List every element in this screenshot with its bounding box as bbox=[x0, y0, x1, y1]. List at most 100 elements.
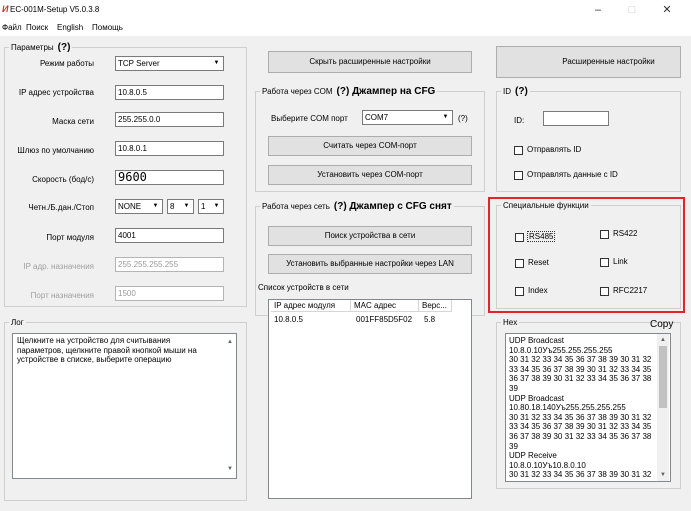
read-com-button[interactable]: Считать через COM-порт bbox=[268, 136, 472, 156]
row-mac: 001FF85D5F02 bbox=[356, 315, 413, 324]
hex-line: 30 31 32 33 34 35 36 37 38 39 30 31 32 bbox=[509, 355, 652, 365]
hex-line: UDP Broadcast bbox=[509, 336, 564, 345]
log-legend: Лог bbox=[11, 318, 24, 327]
menu-search[interactable]: Поиск bbox=[26, 23, 48, 32]
hex-legend: Hex bbox=[503, 318, 518, 327]
device-list-title: Список устройств в сети bbox=[258, 283, 349, 292]
window-title: EC-001M-Setup V5.0.3.8 bbox=[10, 5, 100, 14]
com-help-icon[interactable]: (?) bbox=[458, 114, 468, 123]
hex-scroll-up-icon[interactable]: ▲ bbox=[657, 337, 669, 343]
maximize-button[interactable]: □ bbox=[617, 2, 647, 18]
hex-line: 33 34 35 36 37 38 39 30 31 32 33 34 35 bbox=[509, 422, 652, 432]
com-legend: Работа через COM (?) Джампер на CFG bbox=[262, 86, 436, 97]
special-legend: Специальные функции bbox=[503, 201, 589, 210]
id-help-hint[interactable]: (?) bbox=[515, 86, 528, 97]
hex-line: 30 31 32 33 34 35 36 37 38 39 30 31 32 bbox=[509, 412, 652, 422]
set-com-button[interactable]: Установить через COM-порт bbox=[268, 165, 472, 185]
dest-ip-label: IP адр. назначения bbox=[23, 262, 94, 271]
hex-line: UDP Receive bbox=[509, 451, 557, 461]
minimize-button[interactable]: – bbox=[583, 2, 613, 18]
col-ip-header[interactable]: IP адрес модуля bbox=[271, 300, 351, 312]
stopbits-select[interactable]: 1 ▼ bbox=[198, 199, 224, 214]
app-icon: И bbox=[2, 4, 9, 14]
rfc2217-label: RFC2217 bbox=[613, 286, 648, 295]
send-id-checkbox[interactable] bbox=[514, 146, 523, 155]
gateway-input[interactable]: 10.8.0.1 bbox=[115, 141, 224, 156]
hex-scroll-down-icon[interactable]: ▼ bbox=[657, 472, 669, 478]
com-help-hint[interactable]: (?) Джампер на CFG bbox=[337, 86, 436, 97]
hex-line: 10.80.18.140Уъ255.255.255.255 bbox=[509, 403, 626, 413]
menu-help[interactable]: Помощь bbox=[92, 23, 123, 32]
databits-select[interactable]: 8 ▼ bbox=[167, 199, 194, 214]
rs422-label: RS422 bbox=[613, 229, 638, 238]
hex-line: 36 37 38 39 30 31 32 33 34 35 36 37 38 bbox=[509, 431, 652, 441]
hex-scroll-thumb[interactable] bbox=[659, 346, 667, 408]
copy-button[interactable]: Copy bbox=[650, 319, 673, 330]
reset-checkbox[interactable] bbox=[515, 259, 524, 268]
dest-port-input: 1500 bbox=[115, 286, 224, 301]
close-button[interactable]: ✕ bbox=[652, 2, 682, 18]
hex-line: 36 37 38 39 30 31 32 33 34 35 36 37 38 bbox=[509, 374, 652, 384]
mode-select[interactable]: TCP Server ▼ bbox=[115, 56, 224, 71]
ip-label: IP адрес устройства bbox=[18, 88, 94, 97]
chevron-down-icon: ▼ bbox=[152, 203, 159, 209]
apply-lan-button[interactable]: Установить выбранные настройки через LAN bbox=[268, 254, 472, 274]
reset-label: Reset bbox=[528, 258, 549, 267]
send-data-id-checkbox[interactable] bbox=[514, 171, 523, 180]
menu-language[interactable]: English bbox=[57, 23, 83, 32]
hex-textarea[interactable]: UDP Broadcast 10.8.0.10Уъ255.255.255.255… bbox=[505, 333, 671, 482]
table-row[interactable]: 10.8.0.5 001FF85D5F02 5.8 bbox=[271, 314, 469, 325]
net-help-hint[interactable]: (?) Джампер с CFG снят bbox=[334, 201, 452, 212]
rs422-checkbox[interactable] bbox=[600, 230, 609, 239]
mode-label: Режим работы bbox=[39, 59, 94, 68]
rs485-label: RS485 bbox=[527, 231, 556, 242]
dest-port-label: Порт назначения bbox=[30, 291, 94, 300]
hex-line: 30 31 32 33 34 35 36 37 38 39 30 31 32 bbox=[509, 470, 652, 480]
col-ver-header[interactable]: Верс... bbox=[419, 300, 452, 312]
baud-input[interactable]: 9600 bbox=[115, 170, 224, 185]
parity-select[interactable]: NONE ▼ bbox=[115, 199, 163, 214]
hex-line: 10.8.0.10Уъ10.8.0.10 bbox=[509, 460, 586, 470]
com-port-select[interactable]: COM7 ▼ bbox=[362, 110, 453, 125]
com-port-label: Выберите COM порт bbox=[271, 114, 348, 123]
params-legend: Параметры (?) bbox=[11, 42, 71, 53]
chevron-down-icon: ▼ bbox=[213, 60, 220, 66]
title-bar: И EC-001M-Setup V5.0.3.8 – □ ✕ bbox=[0, 0, 691, 20]
send-id-label: Отправлять ID bbox=[527, 145, 582, 154]
log-scroll-down-icon[interactable]: ▼ bbox=[224, 466, 236, 472]
index-label: Index bbox=[528, 286, 548, 295]
chevron-down-icon: ▼ bbox=[183, 203, 190, 209]
id-label: ID: bbox=[514, 116, 525, 125]
id-legend: ID (?) bbox=[503, 86, 528, 97]
log-text: Щелкните на устройство для считывания па… bbox=[17, 336, 197, 365]
ip-input[interactable]: 10.8.0.5 bbox=[115, 85, 224, 100]
device-list[interactable]: IP адрес модуля MAC адрес Верс... 10.8.0… bbox=[268, 299, 472, 499]
port-input[interactable]: 4001 bbox=[115, 228, 224, 243]
id-input[interactable] bbox=[543, 111, 609, 126]
advanced-settings-button[interactable]: Расширенные настройки bbox=[496, 46, 681, 78]
dest-ip-input: 255.255.255.255 bbox=[115, 257, 224, 272]
chevron-down-icon: ▼ bbox=[213, 203, 220, 209]
hex-line: UDP Broadcast bbox=[509, 393, 564, 403]
format-label: Четн./Б.дан./Стоп bbox=[28, 203, 94, 212]
net-legend: Работа через сеть (?) Джампер с CFG снят bbox=[262, 201, 452, 212]
chevron-down-icon: ▼ bbox=[442, 114, 449, 120]
params-help-hint[interactable]: (?) bbox=[58, 42, 71, 53]
search-devices-button[interactable]: Поиск устройства в сети bbox=[268, 226, 472, 246]
port-label: Порт модуля bbox=[46, 233, 94, 242]
log-textarea[interactable]: Щелкните на устройство для считывания па… bbox=[12, 333, 237, 479]
hide-advanced-button[interactable]: Скрыть расширенные настройки bbox=[268, 51, 472, 73]
col-mac-header[interactable]: MAC адрес bbox=[351, 300, 419, 312]
log-scroll-up-icon[interactable]: ▲ bbox=[224, 339, 236, 345]
hex-line: 33 34 35 36 37 38 39 30 31 32 33 34 35 bbox=[509, 364, 652, 374]
rs485-checkbox[interactable] bbox=[515, 233, 524, 242]
menu-file[interactable]: Файл bbox=[2, 23, 22, 32]
menu-bar: Файл Поиск English Помощь bbox=[0, 20, 691, 36]
index-checkbox[interactable] bbox=[515, 287, 524, 296]
gateway-label: Шлюз по умолчанию bbox=[17, 146, 94, 155]
link-checkbox[interactable] bbox=[600, 258, 609, 267]
mask-input[interactable]: 255.255.0.0 bbox=[115, 112, 224, 127]
mask-label: Маска сети bbox=[52, 117, 94, 126]
row-ip: 10.8.0.5 bbox=[274, 315, 303, 324]
rfc2217-checkbox[interactable] bbox=[600, 287, 609, 296]
